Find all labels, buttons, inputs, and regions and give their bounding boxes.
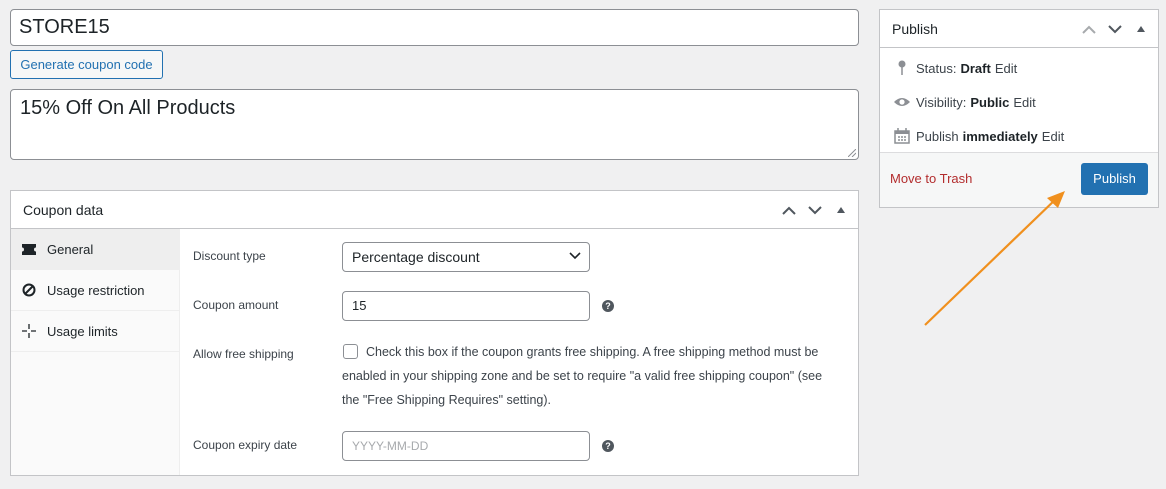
help-icon[interactable]: ?: [602, 440, 614, 452]
schedule-edit-link[interactable]: Edit: [1042, 129, 1064, 144]
tab-usage-limits-label: Usage limits: [47, 323, 118, 339]
discount-type-label: Discount type: [193, 249, 266, 263]
move-up-icon[interactable]: [780, 201, 798, 219]
move-down-icon[interactable]: [1106, 20, 1124, 38]
pin-icon: [892, 58, 912, 78]
publish-header: Publish: [880, 10, 1158, 48]
status-label: Status:: [916, 60, 957, 76]
chevron-down-icon: [569, 252, 581, 260]
status-value: Draft: [960, 60, 991, 76]
tab-usage-restriction[interactable]: Usage restriction: [11, 270, 179, 311]
schedule-row: Publish immediately Edit: [892, 126, 1064, 146]
visibility-label: Visibility:: [916, 94, 967, 110]
coupon-data-box: Coupon data General Usage restriction Us…: [10, 190, 859, 476]
generate-coupon-code-button[interactable]: Generate coupon code: [10, 50, 163, 79]
resize-grip-icon[interactable]: [848, 149, 856, 157]
move-up-icon[interactable]: [1080, 20, 1098, 38]
tab-general-label: General: [47, 241, 94, 257]
collapse-toggle-icon[interactable]: [1132, 20, 1150, 38]
publish-title: Publish: [892, 20, 938, 37]
tab-usage-limits[interactable]: Usage limits: [11, 311, 179, 352]
discount-type-value: Percentage discount: [352, 249, 480, 265]
coupon-data-tabs: General Usage restriction Usage limits: [11, 229, 180, 475]
free-shipping-description: Check this box if the coupon grants free…: [342, 345, 823, 407]
calendar-icon: [892, 126, 912, 146]
general-panel: Discount type Percentage discount Coupon…: [180, 229, 858, 475]
coupon-description-textarea[interactable]: 15% Off On All Products: [10, 89, 859, 160]
coupon-code-input[interactable]: STORE15: [10, 9, 859, 46]
coupon-amount-label: Coupon amount: [193, 298, 279, 312]
publish-box: Publish Status: Draft Edit Visibility: P…: [879, 9, 1159, 208]
eye-icon: [892, 92, 912, 112]
collapse-toggle-icon[interactable]: [832, 201, 850, 219]
move-down-icon[interactable]: [806, 201, 824, 219]
expiry-date-input[interactable]: YYYY-MM-DD: [342, 431, 590, 461]
coupon-description-text: 15% Off On All Products: [20, 97, 236, 119]
free-shipping-label: Allow free shipping: [193, 347, 294, 361]
ban-icon: [21, 282, 37, 298]
visibility-row: Visibility: Public Edit: [892, 92, 1036, 112]
annotation-arrow: [924, 191, 1065, 326]
coupon-data-header: Coupon data: [11, 191, 858, 229]
status-edit-link[interactable]: Edit: [995, 61, 1017, 76]
expiry-date-label: Coupon expiry date: [193, 438, 298, 452]
visibility-edit-link[interactable]: Edit: [1013, 95, 1035, 110]
move-to-trash-link[interactable]: Move to Trash: [890, 171, 972, 186]
tab-usage-restriction-label: Usage restriction: [47, 282, 145, 298]
status-row: Status: Draft Edit: [892, 58, 1017, 78]
crosshair-icon: [21, 323, 37, 339]
discount-type-select[interactable]: Percentage discount: [342, 242, 590, 272]
ticket-icon: [21, 241, 37, 257]
visibility-value: Public: [970, 94, 1010, 110]
coupon-data-title: Coupon data: [23, 201, 104, 218]
help-icon[interactable]: ?: [602, 300, 614, 312]
publish-schedule-label: Publish: [916, 128, 959, 144]
tab-general[interactable]: General: [11, 229, 179, 270]
publish-button[interactable]: Publish: [1081, 163, 1148, 195]
publish-schedule-value: immediately: [962, 128, 1038, 144]
coupon-amount-input[interactable]: 15: [342, 291, 590, 321]
